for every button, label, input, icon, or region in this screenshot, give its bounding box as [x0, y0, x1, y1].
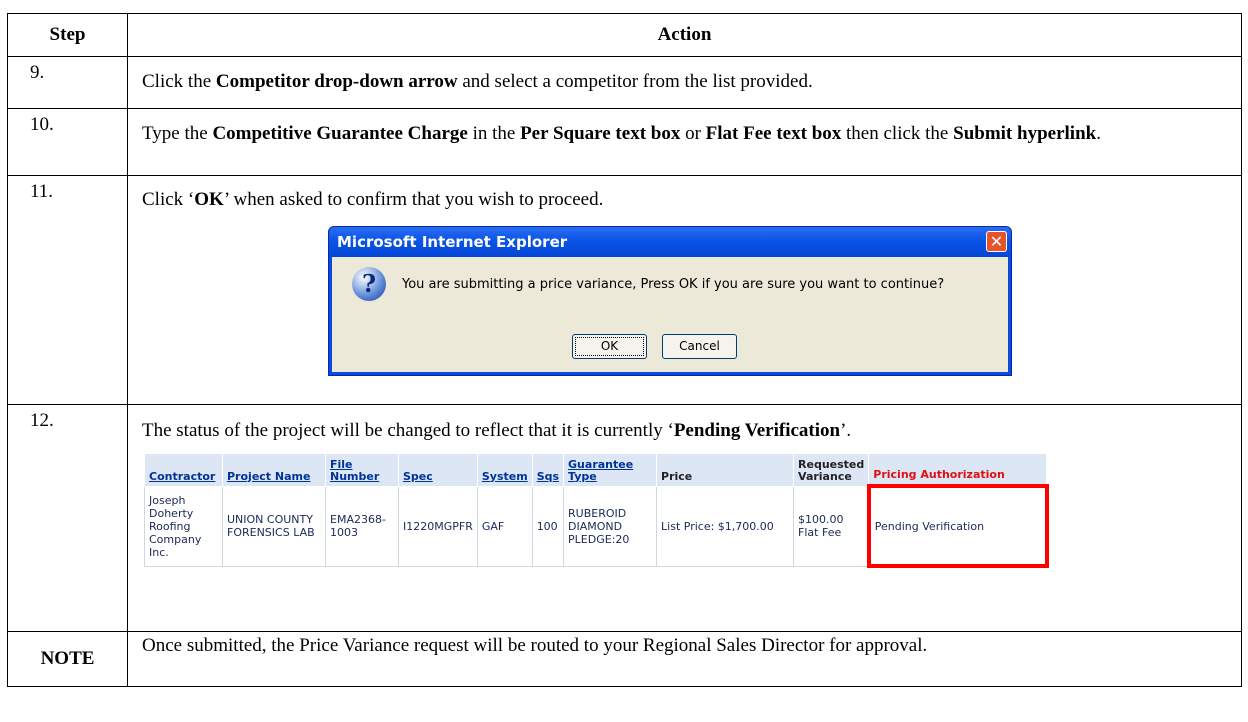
cell-spec: I1220MGPFR: [398, 485, 478, 567]
cell-requested-variance: $100.00 Flat Fee: [793, 485, 870, 567]
bold-term: Pending Verification: [673, 420, 841, 441]
close-icon[interactable]: ✕: [986, 231, 1007, 252]
header-row: Step Action: [7, 13, 1242, 57]
cell-project-name: UNION COUNTY FORENSICS LAB: [222, 485, 326, 567]
col-file-number[interactable]: File Number: [325, 453, 399, 487]
cell-file-number: EMA2368-1003: [325, 485, 399, 567]
step-text-9: Click the Competitor drop-down arrow and…: [142, 57, 1225, 94]
step-text-10: Type the Competitive Guarantee Charge in…: [142, 109, 1225, 146]
note-label: NOTE: [7, 631, 128, 687]
note-row: NOTE Once submitted, the Price Variance …: [7, 631, 1242, 687]
col-guarantee-type[interactable]: Guarantee Type: [563, 453, 658, 487]
grid-header-row: Contractor Project Name File Number Spec…: [144, 453, 1048, 487]
step-row-11: 11. Click ‘OK’ when asked to confirm tha…: [7, 175, 1242, 405]
question-icon: ?: [352, 267, 386, 301]
text-run: in the: [467, 123, 521, 144]
bold-term: Competitor drop-down arrow: [215, 71, 458, 92]
cell-price: List Price: $1,700.00: [656, 485, 795, 567]
bold-term: OK: [194, 189, 224, 210]
bold-term: Flat Fee text box: [705, 123, 842, 144]
col-requested-variance: Requested Variance: [793, 453, 870, 487]
text-run: Type the: [142, 123, 213, 144]
text-run: ’ when asked to confirm that you wish to…: [223, 189, 604, 210]
text-run: .: [1096, 123, 1101, 144]
text-run: Click the: [142, 71, 216, 92]
text-run: or: [680, 123, 706, 144]
text-run: then click the: [841, 123, 954, 144]
step-text-11: Click ‘OK’ when asked to confirm that yo…: [142, 176, 1225, 212]
cell-guarantee-type: RUBEROID DIAMOND PLEDGE:20: [563, 485, 658, 567]
step-row-10: 10. Type the Competitive Guarantee Charg…: [7, 108, 1242, 176]
step-text-12: The status of the project will be change…: [142, 405, 1225, 443]
confirm-dialog: Microsoft Internet Explorer ✕ ? You are …: [328, 226, 1012, 376]
text-run: ’.: [840, 420, 852, 441]
step-row-12: 12. The status of the project will be ch…: [7, 404, 1242, 632]
text-run: The status of the project will be change…: [142, 420, 674, 441]
text-run: and select a competitor from the list pr…: [457, 71, 813, 92]
action-header: Action: [127, 13, 1242, 57]
step-header: Step: [7, 13, 128, 57]
instruction-table: Step Action 9. Click the Competitor drop…: [7, 13, 1242, 687]
col-pricing-authorization: Pricing Authorization: [868, 453, 1048, 487]
col-price: Price: [656, 453, 795, 487]
cell-system: GAF: [476, 485, 533, 567]
project-grid: Contractor Project Name File Number Spec…: [144, 453, 1049, 568]
bold-term: Submit hyperlink: [953, 123, 1097, 144]
col-system[interactable]: System: [476, 453, 533, 487]
col-spec[interactable]: Spec: [398, 453, 478, 487]
text-run: Click ‘: [142, 189, 195, 210]
step-number: 12.: [7, 404, 128, 632]
cell-pricing-authorization: Pending Verification: [866, 484, 1049, 568]
col-contractor[interactable]: Contractor: [144, 453, 223, 487]
ok-button[interactable]: OK: [572, 334, 647, 359]
note-text: Once submitted, the Price Variance reque…: [127, 631, 1242, 687]
col-sqs[interactable]: Sqs: [531, 453, 565, 487]
col-project-name[interactable]: Project Name: [222, 453, 326, 487]
cell-sqs: 100: [531, 485, 565, 567]
dialog-body: ? You are submitting a price variance, P…: [332, 257, 1008, 372]
cell-contractor: Joseph Doherty Roofing Company Inc.: [144, 485, 223, 567]
dialog-message: You are submitting a price variance, Pre…: [402, 277, 945, 292]
dialog-titlebar: Microsoft Internet Explorer ✕: [329, 227, 1011, 257]
dialog-title: Microsoft Internet Explorer: [337, 233, 568, 251]
table-row: Joseph Doherty Roofing Company Inc. UNIO…: [144, 484, 1049, 568]
step-number: 11.: [7, 175, 128, 405]
step-number: 9.: [7, 56, 128, 109]
step-row-9: 9. Click the Competitor drop-down arrow …: [7, 56, 1242, 109]
bold-term: Per Square text box: [520, 123, 681, 144]
step-number: 10.: [7, 108, 128, 176]
bold-term: Competitive Guarantee Charge: [212, 123, 468, 144]
cancel-button[interactable]: Cancel: [662, 334, 737, 359]
